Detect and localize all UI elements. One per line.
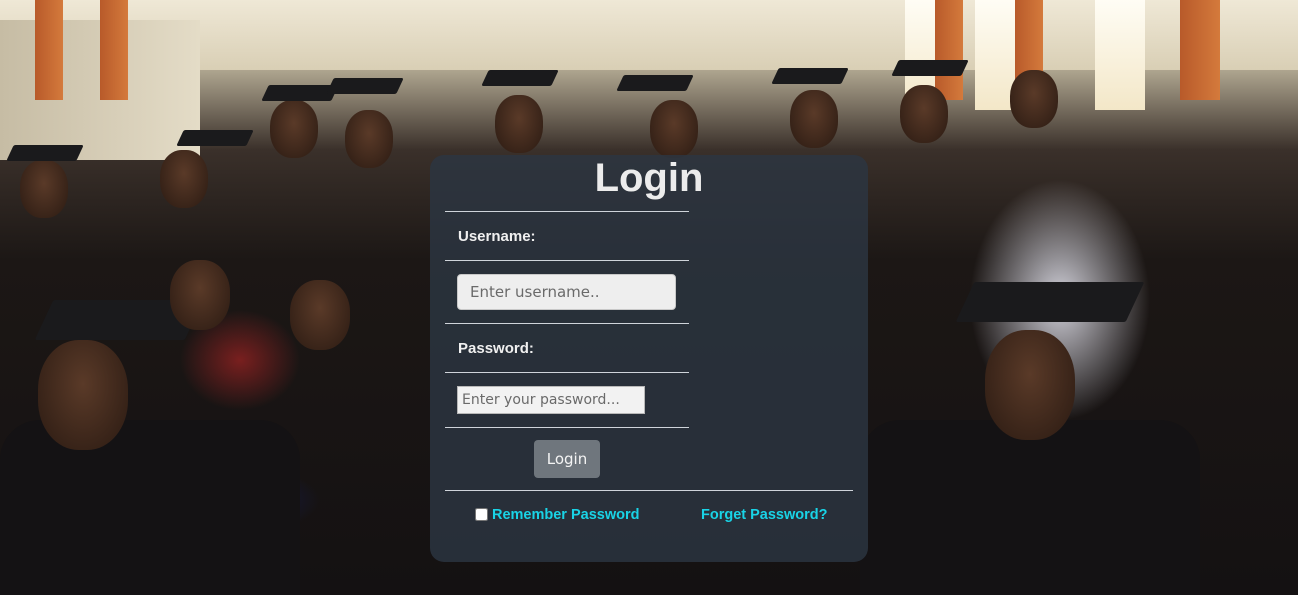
graduate-head xyxy=(270,100,318,158)
remember-password-checkbox[interactable] xyxy=(475,508,488,521)
graduation-cap xyxy=(176,130,254,146)
graduate-head xyxy=(20,160,68,218)
graduation-cap xyxy=(891,60,969,76)
graduate-head xyxy=(650,100,698,158)
divider xyxy=(445,427,689,428)
graduate-head xyxy=(790,90,838,148)
login-title: Login xyxy=(594,156,704,200)
divider xyxy=(445,260,689,261)
graduate-head xyxy=(900,85,948,143)
divider xyxy=(445,211,689,212)
divider xyxy=(445,490,853,491)
graduate-head xyxy=(170,260,230,330)
curtain xyxy=(935,0,963,100)
login-panel xyxy=(430,155,868,562)
graduate-head xyxy=(160,150,208,208)
graduation-cap xyxy=(481,70,559,86)
graduate-head xyxy=(985,330,1075,440)
forget-password-link[interactable]: Forget Password? xyxy=(701,507,828,523)
divider xyxy=(445,323,689,324)
graduation-cap xyxy=(771,68,849,84)
graduate-head xyxy=(345,110,393,168)
password-label: Password: xyxy=(458,340,534,357)
curtain xyxy=(1180,0,1220,100)
graduate-gown xyxy=(0,420,300,595)
username-input[interactable] xyxy=(457,274,676,310)
username-label: Username: xyxy=(458,228,536,245)
graduation-cap xyxy=(6,145,84,161)
graduation-cap xyxy=(326,78,404,94)
window xyxy=(975,0,1015,110)
graduate-gown xyxy=(860,420,1200,595)
remember-password-label[interactable]: Remember Password xyxy=(492,507,639,523)
password-input[interactable] xyxy=(457,386,645,414)
curtain xyxy=(100,0,128,100)
graduate-head xyxy=(38,340,128,450)
divider xyxy=(445,372,689,373)
graduation-cap xyxy=(955,282,1145,322)
graduate-head xyxy=(495,95,543,153)
window xyxy=(1095,0,1145,110)
graduate-head xyxy=(290,280,350,350)
curtain xyxy=(35,0,63,100)
login-button[interactable]: Login xyxy=(534,440,600,478)
graduate-head xyxy=(1010,70,1058,128)
graduation-cap xyxy=(616,75,694,91)
